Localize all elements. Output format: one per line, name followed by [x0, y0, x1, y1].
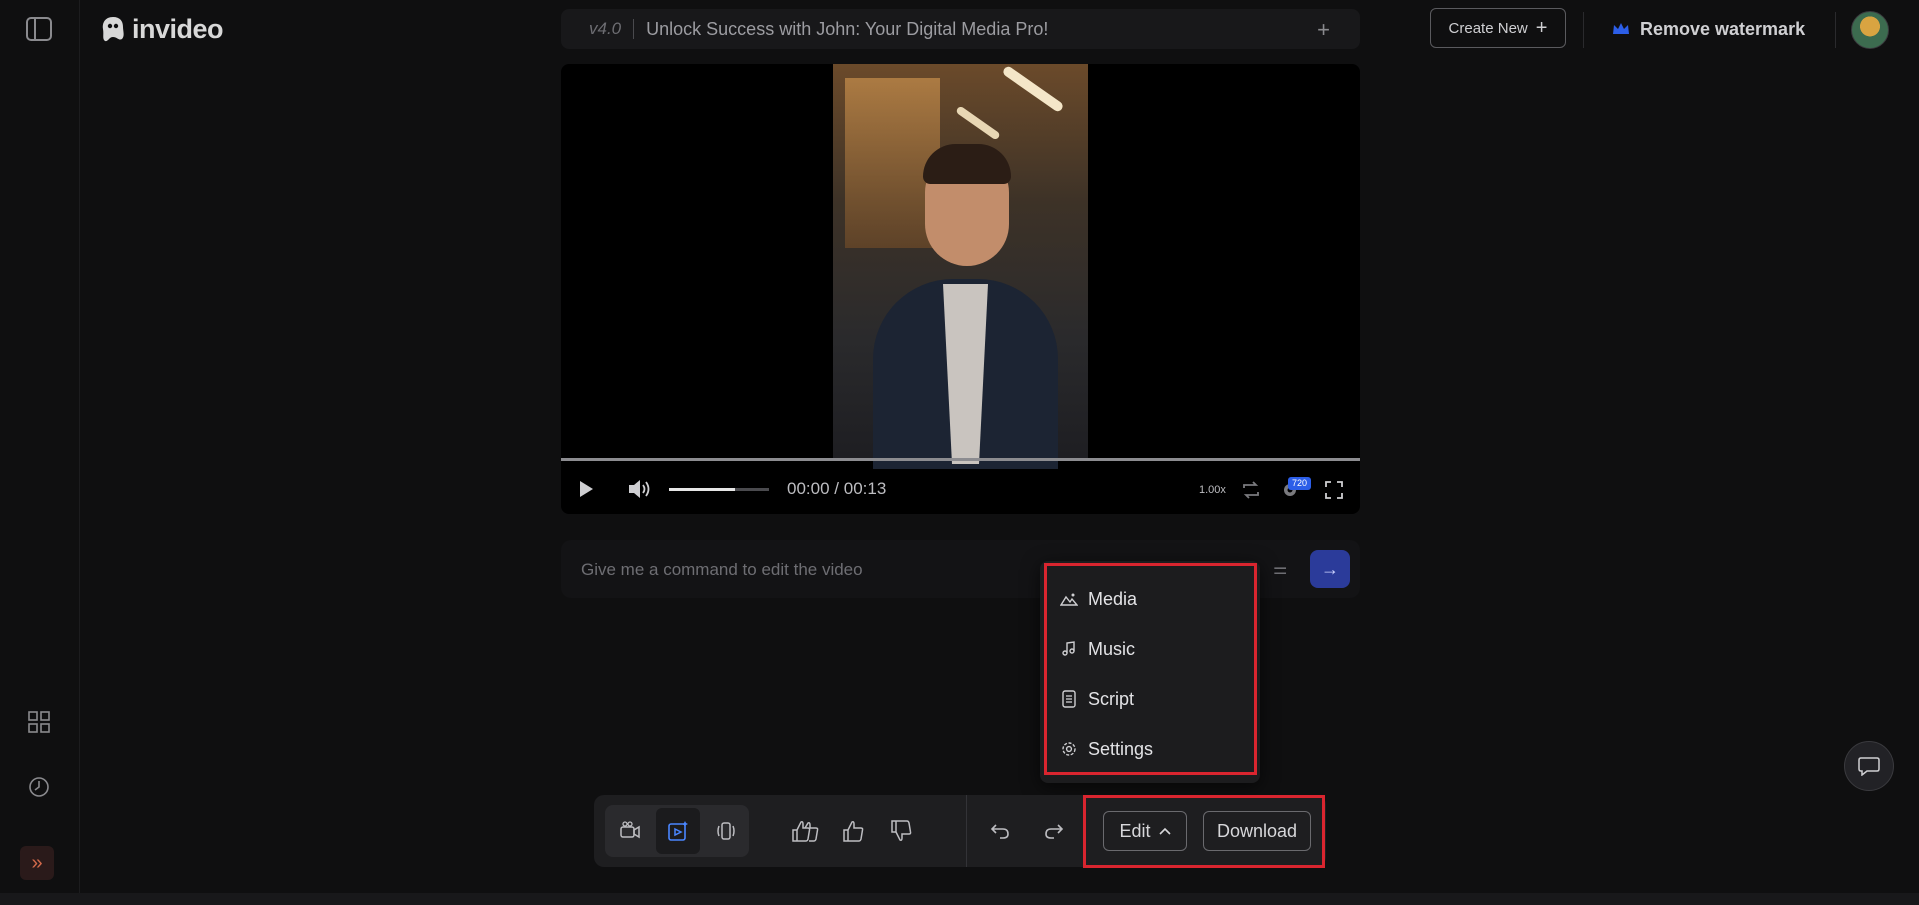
duration: 00:13 [843, 479, 887, 498]
ceiling-lamp [955, 105, 1001, 141]
toolbar-divider [966, 795, 967, 867]
sidebar-toggle-icon[interactable] [24, 14, 54, 44]
remove-watermark-label: Remove watermark [1640, 18, 1806, 39]
redo-button[interactable] [1032, 808, 1076, 854]
expand-sidebar-button[interactable]: » [20, 846, 54, 880]
media-icon [1060, 593, 1078, 606]
video-frame [833, 64, 1088, 469]
double-thumbs-up-icon [792, 821, 819, 842]
left-sidebar: » [0, 0, 80, 893]
menu-item-label: Script [1088, 688, 1135, 709]
chat-support-button[interactable] [1844, 741, 1894, 791]
header-divider [1835, 12, 1836, 48]
vibrate-icon [717, 822, 735, 840]
crown-icon [1613, 23, 1629, 34]
thumbs-up-icon [843, 821, 864, 842]
arrow-right-icon: → [1321, 558, 1339, 579]
menu-item-media[interactable]: Media [1060, 579, 1137, 619]
project-title[interactable]: Unlock Success with John: Your Digital M… [646, 19, 1048, 40]
sliders-icon[interactable]: ⚌ [1273, 559, 1287, 579]
super-like-button[interactable] [784, 808, 828, 854]
volume-level [669, 488, 735, 491]
quality-badge: 720 [1288, 477, 1312, 490]
version-label: v4.0 [589, 19, 622, 38]
loop-icon[interactable] [1240, 479, 1262, 501]
video-player[interactable]: 00:00 / 00:13 1.00x 720 [561, 64, 1360, 514]
current-time: 00:00 [787, 479, 830, 498]
ceiling-lamp [1001, 64, 1065, 114]
video-progress-bar[interactable] [561, 458, 1360, 461]
volume-slider[interactable] [669, 488, 769, 491]
project-title-bar[interactable]: v4.0 Unlock Success with John: Your Digi… [561, 9, 1360, 49]
ai-edit-mode-button[interactable] [656, 808, 700, 854]
user-avatar[interactable] [1851, 11, 1889, 49]
time-display: 00:00 / 00:13 [787, 479, 886, 499]
plus-icon[interactable]: + [1317, 17, 1330, 43]
download-button[interactable]: Download [1203, 811, 1311, 851]
edit-button-label: Edit [1119, 820, 1151, 841]
menu-item-label: Media [1088, 588, 1138, 609]
header-divider [1583, 12, 1584, 48]
edit-button[interactable]: Edit [1103, 811, 1187, 851]
menu-item-label: Settings [1088, 738, 1154, 759]
video-camera-icon [620, 821, 640, 839]
menu-item-script[interactable]: Script [1060, 679, 1134, 719]
remove-watermark-button[interactable]: Remove watermark [1612, 12, 1805, 46]
menu-item-label: Music [1088, 638, 1136, 659]
time-separator: / [834, 479, 840, 498]
volume-icon[interactable] [627, 477, 653, 501]
fullscreen-icon[interactable] [1323, 479, 1345, 501]
double-chevron-right-icon: » [31, 851, 43, 874]
invideo-logo[interactable]: invideo [100, 13, 224, 44]
like-button[interactable] [832, 808, 876, 854]
logo-mark-icon [102, 17, 124, 42]
sparkle-video-icon [668, 821, 688, 841]
thumbs-down-icon [891, 820, 912, 841]
redo-icon [1045, 824, 1064, 839]
bottom-strip [0, 893, 1919, 905]
view-mode-group [605, 805, 749, 857]
music-note-icon [1062, 641, 1075, 656]
figure-hair [923, 144, 1011, 184]
create-new-label: Create New [1448, 19, 1528, 37]
vibrate-mode-button[interactable] [704, 808, 748, 854]
edit-menu: Media Music Script Settings [1040, 561, 1260, 783]
play-icon[interactable] [575, 478, 597, 500]
camera-mode-button[interactable] [608, 808, 652, 854]
gear-icon [1062, 742, 1076, 756]
download-button-label: Download [1216, 820, 1298, 841]
chat-icon [1858, 757, 1880, 776]
undo-button[interactable] [978, 808, 1022, 854]
create-new-button[interactable]: Create New + [1430, 8, 1566, 48]
playback-speed[interactable]: 1.00x [1199, 484, 1226, 496]
menu-item-music[interactable]: Music [1060, 629, 1135, 669]
title-divider [633, 19, 635, 39]
history-clock-icon[interactable] [24, 772, 54, 802]
dislike-button[interactable] [880, 808, 924, 854]
bottom-toolbar: Edit Download [594, 795, 1326, 867]
undo-icon [990, 824, 1009, 839]
script-icon [1062, 690, 1076, 708]
logo-text: invideo [132, 13, 224, 44]
send-command-button[interactable]: → [1310, 550, 1350, 588]
plus-icon: + [1535, 16, 1548, 39]
templates-grid-icon[interactable] [24, 707, 54, 737]
chevron-up-icon [1158, 827, 1171, 835]
menu-item-settings[interactable]: Settings [1060, 729, 1153, 769]
